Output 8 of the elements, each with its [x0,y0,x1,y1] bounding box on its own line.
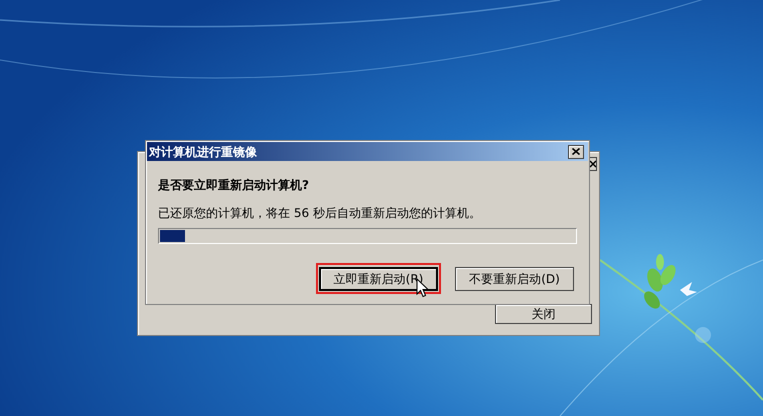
close-button[interactable]: 关闭 [495,304,592,324]
close-button[interactable] [568,144,584,158]
dialog-heading: 是否要立即重新启动计算机? [158,179,310,191]
window-title: 对计算机进行重镜像 [149,146,257,158]
dialog-button[interactable]: 不要重新启动(D) [455,267,574,291]
close-icon [572,148,580,155]
dialog-message: 已还原您的计算机，将在 56 秒后自动重新启动您的计算机。 [158,207,482,219]
close-icon [590,160,596,168]
